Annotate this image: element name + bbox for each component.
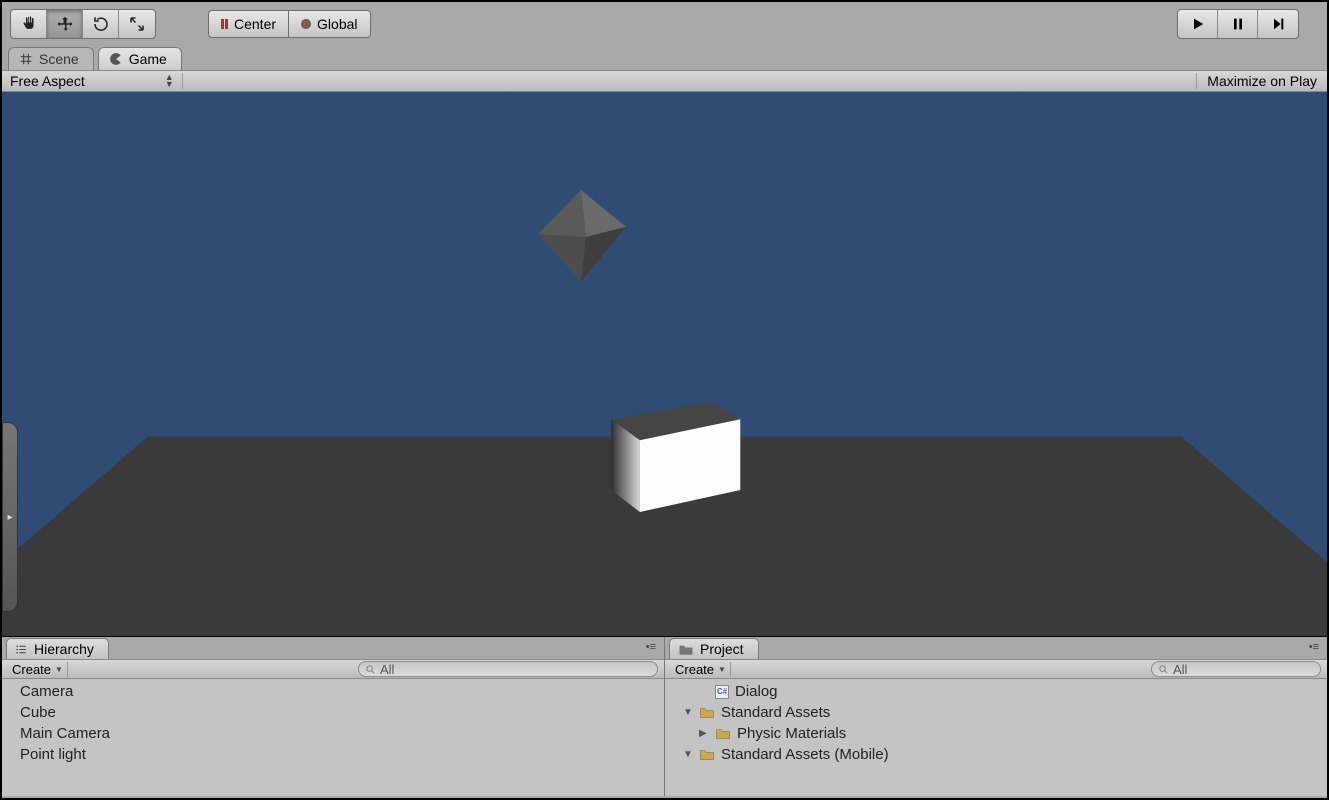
tab-hierarchy[interactable]: Hierarchy [6, 638, 109, 659]
project-search-input[interactable]: All [1151, 661, 1321, 677]
bottom-panels: Hierarchy •≡ Create ▼ All Camera Cube Ma… [2, 637, 1327, 796]
pivot-mode-button[interactable]: Center [208, 10, 288, 38]
project-tree[interactable]: C# Dialog ▼ Standard Assets ▶ Physic Mat… [665, 679, 1327, 796]
center-icon [221, 19, 228, 29]
hierarchy-create-dropdown[interactable]: Create ▼ [8, 662, 68, 677]
folder-icon [699, 706, 715, 719]
disclosure-down-icon: ▼ [683, 707, 693, 718]
pivot-space-group: Center Global [208, 10, 371, 38]
hierarchy-panel: Hierarchy •≡ Create ▼ All Camera Cube Ma… [2, 637, 665, 796]
tab-game-label: Game [129, 51, 167, 67]
hierarchy-tab-label: Hierarchy [34, 641, 94, 657]
project-item-folder[interactable]: ▼ Standard Assets (Mobile) [669, 744, 1323, 765]
step-icon [1270, 16, 1286, 32]
folder-icon [699, 748, 715, 761]
hierarchy-item[interactable]: Point light [6, 744, 660, 765]
pivot-space-button[interactable]: Global [288, 10, 370, 38]
move-tool-button[interactable] [47, 10, 83, 38]
aspect-dropdown[interactable]: Free Aspect ▲▼ [2, 73, 183, 89]
view-tabs: Scene Game [2, 46, 1327, 70]
caret-down-icon: ▼ [718, 665, 726, 674]
project-item-folder[interactable]: ▼ Standard Assets [669, 702, 1323, 723]
overlay-handle[interactable] [2, 422, 18, 612]
list-icon [15, 643, 28, 656]
tab-game[interactable]: Game [98, 47, 182, 70]
project-item-script[interactable]: C# Dialog [669, 681, 1323, 702]
main-toolbar: Center Global [2, 2, 1327, 46]
pause-icon [1230, 16, 1246, 32]
globe-icon [301, 19, 311, 29]
transform-tool-group [10, 9, 156, 39]
hierarchy-item[interactable]: Cube [6, 702, 660, 723]
hierarchy-item[interactable]: Main Camera [6, 723, 660, 744]
hierarchy-item[interactable]: Camera [6, 681, 660, 702]
hierarchy-list[interactable]: Camera Cube Main Camera Point light [2, 679, 664, 796]
search-icon [1158, 664, 1169, 675]
pacman-icon [109, 52, 123, 66]
play-icon [1190, 16, 1206, 32]
project-create-dropdown[interactable]: Create ▼ [671, 662, 731, 677]
rotate-icon [92, 15, 110, 33]
step-button[interactable] [1258, 10, 1298, 38]
folder-icon [678, 643, 694, 656]
aspect-label: Free Aspect [10, 73, 85, 89]
hand-icon [20, 15, 38, 33]
game-options-bar: Free Aspect ▲▼ Maximize on Play [2, 70, 1327, 92]
pivot-mode-label: Center [234, 16, 276, 32]
tab-project[interactable]: Project [669, 638, 759, 659]
project-item-label: Standard Assets [721, 704, 830, 721]
pivot-space-label: Global [317, 16, 357, 32]
hierarchy-search-input[interactable]: All [358, 661, 658, 677]
cube-visual [526, 182, 636, 292]
tab-scene[interactable]: Scene [8, 47, 94, 70]
project-item-label: Dialog [735, 683, 778, 700]
hand-tool-button[interactable] [11, 10, 47, 38]
project-item-label: Physic Materials [737, 725, 846, 742]
scale-tool-button[interactable] [119, 10, 155, 38]
project-item-label: Standard Assets (Mobile) [721, 746, 889, 763]
grid-icon [19, 52, 33, 66]
search-icon [365, 664, 376, 675]
project-tab-label: Project [700, 641, 744, 657]
play-button[interactable] [1178, 10, 1218, 38]
hierarchy-search-placeholder: All [380, 662, 394, 677]
disclosure-right-icon: ▶ [699, 728, 709, 739]
playback-group [1177, 9, 1299, 39]
hierarchy-item-label: Cube [20, 704, 56, 721]
hierarchy-item-label: Main Camera [20, 725, 110, 742]
hierarchy-create-label: Create [12, 662, 51, 677]
csharp-file-icon: C# [715, 685, 729, 699]
caret-down-icon: ▼ [55, 665, 63, 674]
project-item-folder[interactable]: ▶ Physic Materials [669, 723, 1323, 744]
hierarchy-panel-menu[interactable]: •≡ [646, 641, 656, 653]
pause-button[interactable] [1218, 10, 1258, 38]
hierarchy-item-label: Camera [20, 683, 73, 700]
game-viewport[interactable] [2, 92, 1327, 637]
long-box-visual [608, 402, 753, 512]
project-panel: Project •≡ Create ▼ All C# Dialog ▼ [665, 637, 1327, 796]
maximize-label: Maximize on Play [1207, 73, 1317, 89]
move-icon [56, 15, 74, 33]
updown-icon: ▲▼ [165, 74, 174, 88]
scale-icon [128, 15, 146, 33]
hierarchy-item-label: Point light [20, 746, 86, 763]
tab-scene-label: Scene [39, 51, 79, 67]
project-create-label: Create [675, 662, 714, 677]
hierarchy-toolbar: Create ▼ All [2, 659, 664, 679]
project-panel-menu[interactable]: •≡ [1309, 641, 1319, 653]
project-toolbar: Create ▼ All [665, 659, 1327, 679]
folder-icon [715, 727, 731, 740]
rotate-tool-button[interactable] [83, 10, 119, 38]
maximize-on-play-button[interactable]: Maximize on Play [1196, 73, 1327, 89]
project-search-placeholder: All [1173, 662, 1187, 677]
disclosure-down-icon: ▼ [683, 749, 693, 760]
